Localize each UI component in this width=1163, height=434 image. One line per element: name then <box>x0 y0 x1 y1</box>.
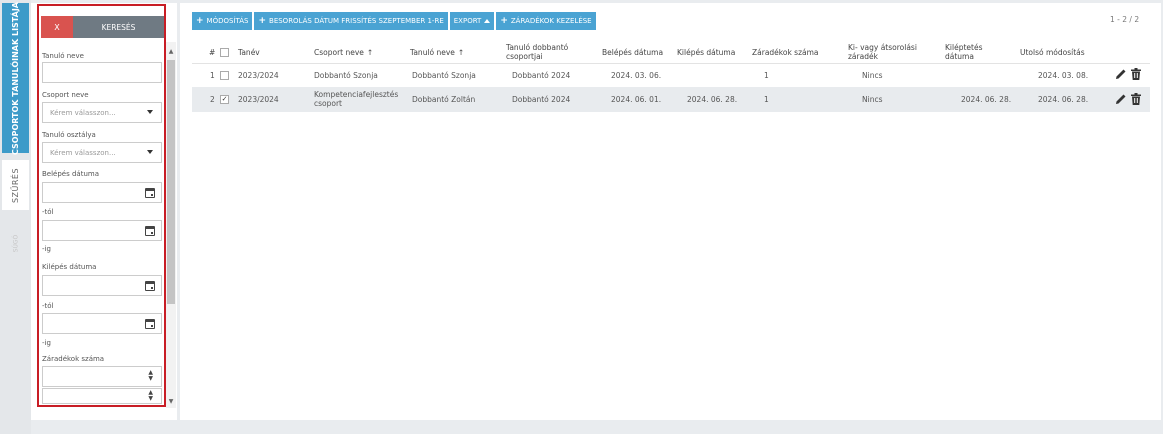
row-entry: 2024. 06. 01. <box>611 94 662 104</box>
calendar-icon[interactable] <box>145 281 155 291</box>
col-last-modified-header[interactable]: Utolsó módosítás <box>1020 40 1085 64</box>
row-transfer-clause: Nincs <box>862 94 883 104</box>
select-all-checkbox[interactable] <box>220 40 229 64</box>
sort-arrow-icon: ↑ <box>457 47 465 57</box>
col-entry-header[interactable]: Belépés dátuma <box>602 40 663 64</box>
exit-date-to-input[interactable] <box>42 313 162 334</box>
exit-to-suffix: -ig <box>42 339 51 347</box>
plus-icon: + <box>258 16 267 26</box>
entry-from-suffix: -tól <box>42 208 54 216</box>
clear-filter-button[interactable]: X <box>41 16 73 38</box>
manage-clauses-button[interactable]: + ZÁRADÉKOK KEZELÉSE <box>496 12 596 30</box>
toolbar: + MÓDOSÍTÁS + BESOROLÁS DÁTUM FRISSÍTÉS SZ… <box>192 12 596 30</box>
scroll-up-icon[interactable]: ▲ <box>166 48 176 56</box>
entry-date-to-input[interactable] <box>42 220 162 241</box>
student-name-label: Tanuló neve <box>42 52 84 60</box>
tab-group-students-list[interactable]: CSOPORTOK TANULÓINAK LISTÁJA <box>2 2 29 155</box>
tab-filter[interactable]: SZŰRÉS <box>2 160 29 210</box>
filter-scrollbar[interactable]: ▲ ▼ <box>166 42 176 408</box>
caret-up-icon <box>484 19 491 23</box>
chevron-down-icon <box>147 150 153 154</box>
scroll-thumb[interactable] <box>167 60 175 304</box>
entry-to-suffix: -ig <box>42 245 51 253</box>
group-name-placeholder: Kérem válasszon... <box>50 109 116 117</box>
col-student-groups-header[interactable]: Tanuló dobbantó csoportjai <box>506 40 586 64</box>
row-student-groups: Dobbantó 2024 <box>512 94 571 104</box>
student-class-select[interactable]: Kérem válasszon... <box>42 142 162 163</box>
plus-icon: + <box>196 16 204 26</box>
table-row[interactable]: 2 ✓ 2023/2024 Kompetenciafejlesztés csop… <box>192 87 1150 112</box>
group-name-select[interactable]: Kérem válasszon... <box>42 102 162 123</box>
group-name-label: Csoport neve <box>42 91 89 99</box>
pagination-info: 1 - 2 / 2 <box>1110 15 1140 24</box>
pencil-icon[interactable] <box>1115 68 1127 80</box>
table-row[interactable]: 1 2023/2024 Dobbantó Szonja Dobbantó Szo… <box>192 63 1150 87</box>
row-group: Dobbantó Szonja <box>314 70 378 80</box>
trash-icon[interactable] <box>1131 68 1141 80</box>
exit-from-suffix: -tól <box>42 302 54 310</box>
exit-date-label: Kilépés dátuma <box>42 263 97 271</box>
clauses-count-from-input[interactable]: ▲ ▼ <box>42 366 162 387</box>
student-name-input[interactable] <box>42 62 162 83</box>
scroll-down-icon[interactable]: ▼ <box>166 398 176 406</box>
row-checkbox[interactable]: ✓ <box>220 87 229 111</box>
col-index-header: # <box>209 47 216 57</box>
row-year: 2023/2024 <box>238 70 279 80</box>
student-class-placeholder: Kérem válasszon... <box>50 149 116 157</box>
row-checkbox[interactable] <box>220 63 229 87</box>
entry-date-label: Belépés dátuma <box>42 170 100 178</box>
row-group: Kompetenciafejlesztés csoport <box>314 90 399 108</box>
spinner-arrows-icon[interactable]: ▲ ▼ <box>148 390 153 402</box>
row-student: Dobbantó Szonja <box>412 70 476 80</box>
col-leave-date-header[interactable]: Kiléptetés dátuma <box>945 40 1001 64</box>
chevron-down-icon <box>147 110 153 114</box>
exit-date-from-input[interactable] <box>42 275 162 296</box>
clauses-count-to-input[interactable]: ▲ ▼ <box>42 388 162 404</box>
row-year: 2023/2024 <box>238 94 279 104</box>
row-entry: 2024. 03. 06. <box>611 70 662 80</box>
row-student: Dobbantó Zoltán <box>412 94 476 104</box>
row-leave-date: 2024. 06. 28. <box>961 94 1012 104</box>
col-year-header[interactable]: Tanév <box>238 40 260 64</box>
clauses-count-label: Záradékok száma <box>42 355 105 363</box>
col-transfer-clause-header[interactable]: Ki- vagy átsorolási záradék <box>848 40 928 64</box>
col-clauses-header[interactable]: Záradékok száma <box>752 40 819 64</box>
calendar-icon[interactable] <box>145 226 155 236</box>
filter-button-group: X KERESÉS <box>41 16 164 38</box>
entry-date-from-input[interactable] <box>42 182 162 203</box>
col-exit-header[interactable]: Kilépés dátuma <box>677 40 735 64</box>
spinner-arrows-icon[interactable]: ▲ ▼ <box>148 370 153 382</box>
row-last-modified: 2024. 06. 28. <box>1038 94 1089 104</box>
vertical-tab-bar: CSOPORTOK TANULÓINAK LISTÁJA SZŰRÉS SÚGÓ <box>0 0 31 434</box>
row-last-modified: 2024. 03. 08. <box>1038 70 1089 80</box>
export-button[interactable]: EXPORT <box>449 12 495 30</box>
pencil-icon[interactable] <box>1115 93 1127 105</box>
row-transfer-clause: Nincs <box>862 70 883 80</box>
row-exit: 2024. 06. 28. <box>687 94 738 104</box>
search-button[interactable]: KERESÉS <box>73 16 164 38</box>
calendar-icon[interactable] <box>145 319 155 329</box>
tab-help[interactable]: SÚGÓ <box>2 228 29 258</box>
row-clauses: 1 <box>764 70 769 80</box>
calendar-icon[interactable] <box>145 188 155 198</box>
refresh-date-button[interactable]: + BESOROLÁS DÁTUM FRISSÍTÉS SZEPTEMBER 1-… <box>254 12 448 30</box>
plus-icon: + <box>500 16 508 26</box>
row-student-groups: Dobbantó 2024 <box>512 70 571 80</box>
row-index: 1 <box>210 70 215 80</box>
row-clauses: 1 <box>764 94 769 104</box>
row-index: 2 <box>210 94 215 104</box>
trash-icon[interactable] <box>1131 93 1141 105</box>
student-class-label: Tanuló osztálya <box>42 131 96 139</box>
col-student-header[interactable]: Tanuló neve ↑ <box>410 40 464 64</box>
modify-button[interactable]: + MÓDOSÍTÁS <box>192 12 253 30</box>
col-group-header[interactable]: Csoport neve ↑ <box>314 40 373 64</box>
sort-arrow-icon: ↑ <box>366 47 374 57</box>
